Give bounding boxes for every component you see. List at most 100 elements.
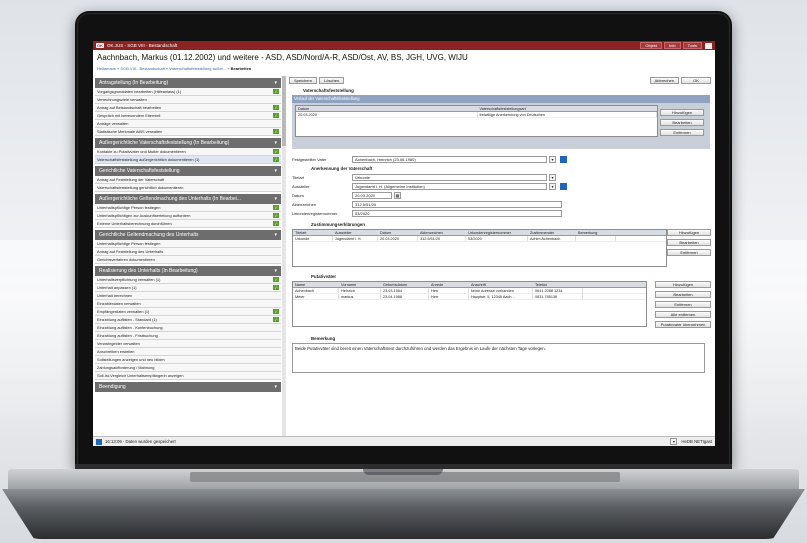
breadcrumb-link[interactable]: Hellamaus (97, 66, 116, 71)
sidebar-section-header[interactable]: Außergerichtliche Geltendmachung des Unt… (95, 194, 281, 204)
sidebar-item-label: Sollstellungen anzeigen und neu bilden (97, 356, 165, 362)
table-cell (576, 236, 616, 241)
sidebar-item-label: Unterhalt anpassen (1) (97, 284, 137, 290)
tools-button[interactable]: Tools (682, 42, 702, 49)
column-header[interactable]: Urkundenregisternummer (466, 230, 528, 235)
chevron-down-icon[interactable]: ▾ (274, 266, 277, 276)
vater-select[interactable]: Achenbach, Heinrich (23.06.1980) (352, 156, 547, 163)
info-icon[interactable] (560, 183, 567, 190)
table-row[interactable]: Meier markus 23.04.1986 Herr Hauptstr. 5, 12… (293, 294, 646, 300)
objekt-button[interactable]: Objekt (640, 42, 662, 49)
chevron-down-icon[interactable]: ▾ (274, 382, 277, 392)
sidebar-item[interactable]: Vaterschaftsfeststellung außergerichtlic… (95, 156, 281, 164)
sidebar-item[interactable]: Soll-Ist-Vergleich Unterhaltsempfängerin… (95, 372, 281, 380)
aussteller-field[interactable]: Jugendamt i. H. (Allgemeine Institution) (352, 183, 547, 190)
ok-button[interactable]: OK (681, 77, 711, 84)
table-row[interactable]: 20.03.2020 freiwillige Anerkennung von D… (296, 112, 657, 118)
chevron-down-icon[interactable]: ▾ (274, 78, 277, 88)
edit-button[interactable]: Bearbeiten (655, 291, 711, 298)
check-icon: ✓ (273, 149, 279, 154)
info-button[interactable]: Info (663, 42, 681, 49)
bemerkung-textarea[interactable]: Beide Putativväter sind bereit einen Vat… (292, 343, 705, 373)
sidebar-item[interactable]: Gerichtsverfahren dokumentieren (95, 256, 281, 264)
zustimmung-table: Titelart Aussteller Datum Aktenzeichen Urkun… (292, 229, 667, 267)
column-header[interactable]: Aussteller (333, 230, 378, 235)
putativ-buttons: Hinzufügen Bearbeiten Entfernen Alle ent… (655, 281, 713, 331)
chevron-down-icon[interactable]: ▾ (549, 156, 556, 163)
column-header[interactable]: Geburtsdatum (381, 282, 429, 287)
info-icon[interactable] (560, 156, 567, 163)
datum-field[interactable]: 20.03.2020 (352, 192, 392, 199)
vater-row: Festgestellter Vater Achenbach, Heinrich… (292, 155, 713, 164)
chevron-down-icon[interactable]: ▾ (549, 174, 556, 181)
sidebar-item[interactable]: Vaterschaftsfeststellung gerichtlich dok… (95, 184, 281, 192)
column-header[interactable]: Datum (378, 230, 418, 235)
sidebar-item-label: Einzahlerdaten verwalten (97, 300, 141, 306)
check-icon: ✓ (273, 317, 279, 322)
sidebar-scrollbar[interactable] (282, 76, 286, 436)
sidebar-section-header[interactable]: Gerichtliche Vaterschaftsfeststellung ▾ (95, 166, 281, 176)
sidebar-item-label: Gespräch mit betreuendem Elternteil (97, 112, 161, 118)
delete-button[interactable]: Löschen (319, 77, 345, 84)
sidebar-section-header[interactable]: Gerichtliche Geltendmachung des Unterhal… (95, 230, 281, 240)
sidebar-section-header[interactable]: Antragstellung (In Bearbeitung) ▾ (95, 78, 281, 88)
chevron-down-icon[interactable]: ▾ (549, 183, 556, 190)
edit-button[interactable]: Bearbeiten (667, 239, 711, 246)
column-header[interactable]: Name (293, 282, 339, 287)
column-header[interactable]: Vorname (339, 282, 381, 287)
sidebar-item[interactable]: Externe Unterhaltsberechnung durchführen… (95, 220, 281, 228)
sidebar-item-label: Verrechnungsziele verwalten (97, 96, 147, 102)
remove-all-button[interactable]: Alle entfernen (655, 311, 711, 318)
table-row[interactable]: Urkunde Jugendamt i. H. 20.03.2020 312.5/51… (293, 236, 666, 242)
check-icon: ✓ (273, 309, 279, 314)
chevron-down-icon[interactable]: ▾ (670, 438, 678, 445)
aktenzeichen-field[interactable]: 312.5/51/20 (352, 201, 562, 208)
column-header[interactable]: Anrede (429, 282, 469, 287)
adopt-putative-father-button[interactable]: Putativvater übernehmen (655, 321, 711, 328)
breadcrumb-link[interactable]: SGB VIII - Bestandschaft (120, 66, 164, 71)
table-cell: freiwillige Anerkennung von Deutschen (478, 112, 657, 117)
sidebar-section-header[interactable]: Realisierung des Unterhalts (In Bearbeit… (95, 266, 281, 276)
column-header[interactable]: Anschrift (469, 282, 533, 287)
table-cell: 312.5/51/20 (418, 236, 466, 241)
remove-button[interactable]: Entfernen (660, 129, 704, 136)
column-header[interactable]: Zustimmender (528, 230, 576, 235)
column-header[interactable]: Datum (296, 106, 478, 111)
scrollbar-thumb[interactable] (282, 76, 286, 146)
remove-button[interactable]: Entfernen (667, 249, 711, 256)
column-header[interactable]: Aktenzeichen (418, 230, 466, 235)
close-icon[interactable] (705, 42, 712, 49)
chevron-down-icon[interactable]: ▾ (274, 230, 277, 240)
sidebar-item-label: Vaterschaftsfeststellung außergerichtlic… (97, 156, 200, 162)
sidebar-item-label: Anschreiben erstellen (97, 348, 135, 354)
info-icon (96, 438, 102, 445)
bemerkung-heading: Bemerkung (311, 336, 336, 341)
titelart-field[interactable]: Urkunde (352, 174, 547, 181)
column-header[interactable]: Telefon (533, 282, 583, 287)
edit-button[interactable]: Bearbeiten (660, 119, 704, 126)
save-button[interactable]: Speichern (289, 77, 318, 84)
column-header[interactable]: Bemerkung (576, 230, 616, 235)
chevron-down-icon[interactable]: ▾ (274, 166, 277, 176)
check-icon: ✓ (273, 277, 279, 282)
anerkennung-heading: Anerkennung der Vaterschaft (311, 166, 373, 171)
chevron-down-icon[interactable]: ▾ (274, 138, 277, 148)
chevron-down-icon[interactable]: ▾ (274, 194, 277, 204)
calendar-icon[interactable]: ▦ (394, 192, 401, 199)
urkunde-field[interactable]: 53/2020 (352, 210, 562, 217)
remove-button[interactable]: Entfernen (655, 301, 711, 308)
section-heading: Vaterschaftsfeststellung (303, 88, 354, 93)
cancel-button[interactable]: Abbrechen (649, 77, 679, 84)
sidebar-item[interactable]: Statistische Merkmale AiBS verwalten ✓ (95, 128, 281, 136)
check-icon: ✓ (273, 221, 279, 226)
table-cell: Urkunde (293, 236, 333, 241)
sidebar-section-header[interactable]: Außergerichtliche Vaterschaftsfeststellu… (95, 138, 281, 148)
column-header[interactable]: Vaterschaftsfeststellungsart (478, 106, 657, 111)
add-button[interactable]: Hinzufügen (667, 229, 711, 236)
sidebar-section-header[interactable]: Beendigung ▾ (95, 382, 281, 392)
vater-label: Festgestellter Vater (292, 157, 327, 162)
column-header[interactable]: Titelart (293, 230, 333, 235)
add-button[interactable]: Hinzufügen (655, 281, 711, 288)
add-button[interactable]: Hinzufügen (660, 109, 704, 116)
breadcrumb-link[interactable]: Vaterschaftsfeststellung außer... (169, 66, 226, 71)
